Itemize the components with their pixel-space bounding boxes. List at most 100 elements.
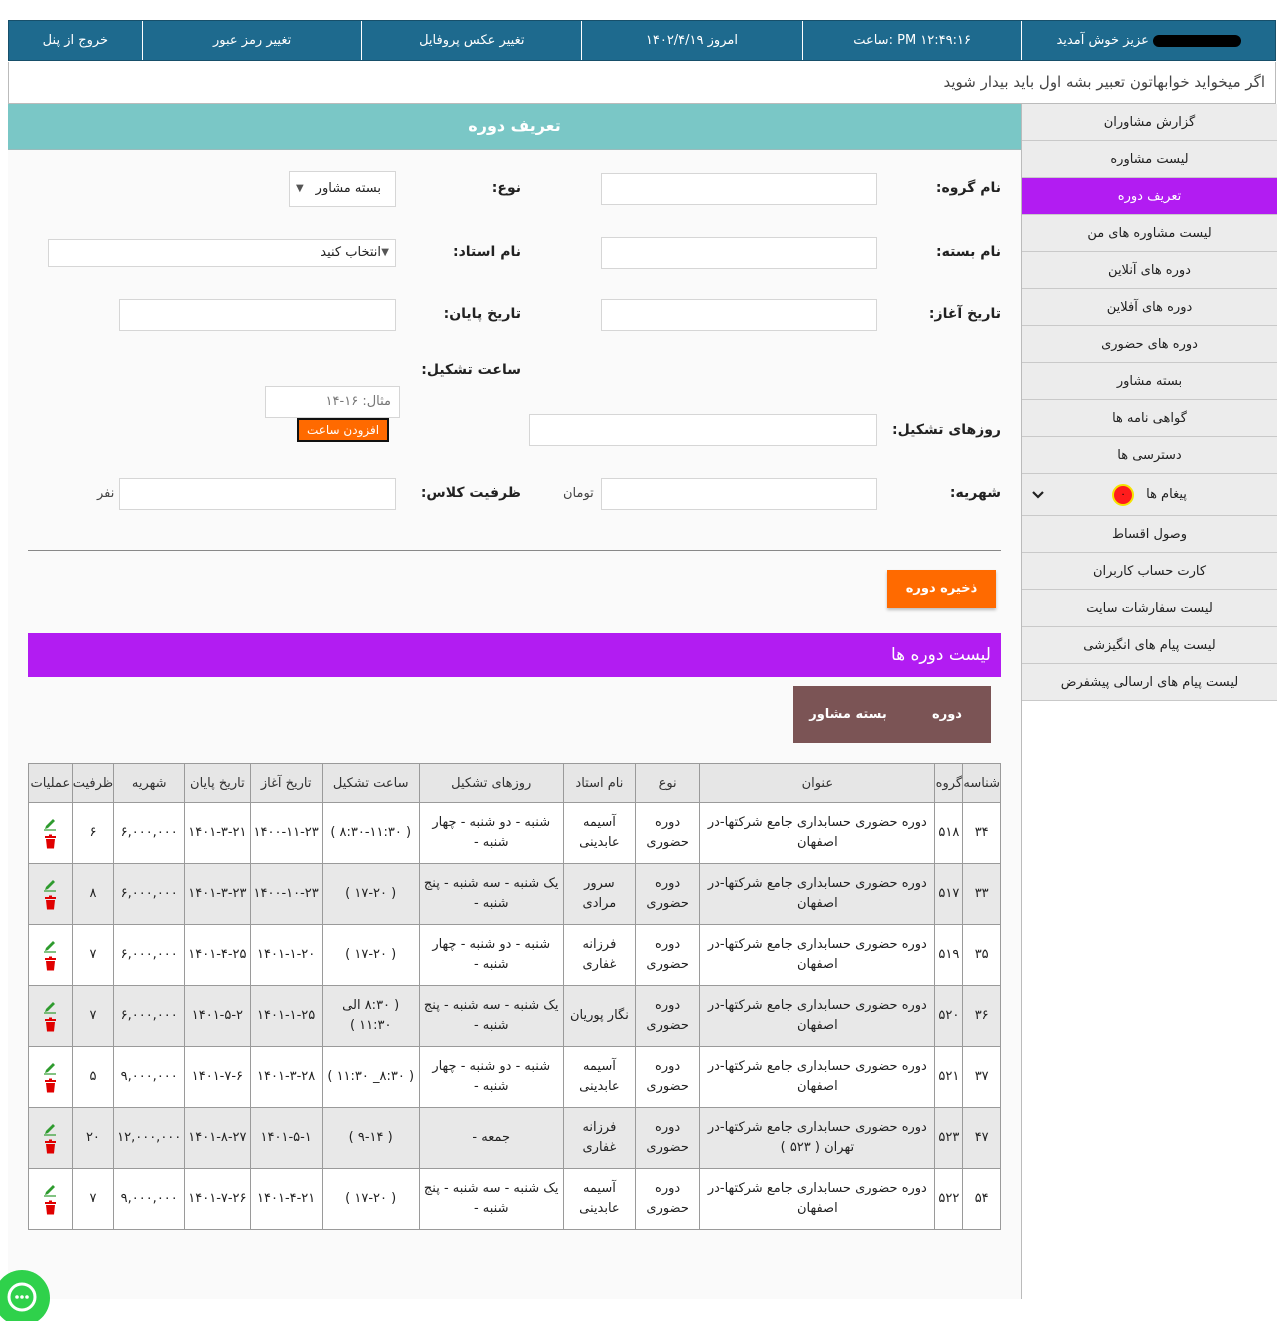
trash-icon[interactable] [44, 1139, 57, 1154]
sidebar-item-define-course[interactable]: تعریف دوره [1022, 178, 1277, 215]
col-header-start: تاریخ آغاز [249, 763, 323, 803]
today-date: امروز ۱۴۰۲/۴/۱۹ [581, 21, 802, 60]
row-actions [32, 1183, 69, 1215]
cell-fee: ۶,۰۰۰,۰۰۰ [113, 924, 186, 986]
sidebar-item-online-courses[interactable]: دوره های آنلاین [1022, 252, 1277, 289]
cell-days: یک شنبه - سه شنبه - پنج شنبه - [418, 1168, 564, 1230]
trash-icon[interactable] [44, 956, 57, 971]
cell-teacher: فرزانه غفاری [562, 924, 636, 986]
sidebar: گزارش مشاوران لیست مشاوره تعریف دوره لیس… [1021, 104, 1277, 1299]
trash-icon[interactable] [44, 1200, 57, 1215]
logout-link[interactable]: خروج از پنل [9, 21, 142, 60]
cell-title: دوره حضوری حسابداری جامع شرکتها-در اصفها… [699, 1046, 936, 1108]
pencil-icon[interactable] [43, 939, 57, 953]
pencil-icon[interactable] [43, 1122, 57, 1136]
trash-icon[interactable] [44, 834, 57, 849]
sidebar-item-certificates[interactable]: گواهی نامه ها [1022, 400, 1277, 437]
chat-bubble-icon[interactable] [0, 1270, 50, 1321]
course-list-title: لیست دوره ها [28, 633, 1001, 677]
form-title: تعریف دوره [8, 104, 1021, 150]
pencil-icon[interactable] [43, 817, 57, 831]
message-count-badge: ۰ [1112, 483, 1135, 506]
col-header-ops: عملیات [28, 763, 73, 803]
cell-ops [28, 1168, 73, 1230]
hours-input[interactable]: مثال: ۱۶-۱۴ [265, 386, 400, 418]
cell-start: ۱۴۰۱-۱-۲۵ [249, 985, 323, 1047]
cell-ops [28, 924, 73, 986]
sidebar-item-inperson-courses[interactable]: دوره های حضوری [1022, 326, 1277, 363]
save-course-button[interactable]: ذخیره دوره [887, 570, 996, 608]
teacher-select[interactable]: انتخاب کنید ▼ [48, 239, 396, 267]
cell-type: دوره حضوری [634, 802, 701, 864]
sidebar-item-label: گواهی نامه ها [1112, 410, 1187, 426]
type-select-value: بسته مشاور [315, 181, 381, 196]
sidebar-item-default-messages[interactable]: لیست پیام های ارسالی پیشفرض [1022, 664, 1277, 701]
change-password-link[interactable]: تغییر رمز عبور [141, 21, 362, 60]
days-input[interactable] [529, 414, 877, 446]
type-select[interactable]: بسته مشاور ▼ [289, 171, 396, 207]
sidebar-item-installments[interactable]: وصول اقساط [1022, 516, 1277, 553]
welcome-label: عزیز خوش آمدید [1056, 33, 1149, 48]
group-name-input[interactable] [601, 173, 877, 205]
col-header-capacity: ظرفیت [71, 763, 115, 803]
package-name-input[interactable] [601, 237, 877, 269]
capacity-label: ظرفیت کلاس: [420, 485, 521, 501]
sidebar-item-access[interactable]: دسترسی ها [1022, 437, 1277, 474]
pencil-icon[interactable] [43, 1061, 57, 1075]
cell-days: یک شنبه - سه شنبه - پنج شنبه - [418, 985, 564, 1047]
pencil-icon[interactable] [43, 1183, 57, 1197]
cell-start: ۱۴۰۱-۱-۲۰ [249, 924, 323, 986]
col-header-end: تاریخ پایان [184, 763, 251, 803]
start-date-input[interactable] [601, 299, 877, 331]
trash-icon[interactable] [44, 1017, 57, 1032]
cell-id: ۴۷ [962, 1107, 1001, 1169]
cell-title: دوره حضوری حسابداری جامع شرکتها-در اصفها… [699, 924, 936, 986]
sidebar-item-advisor-package[interactable]: بسته مشاور [1022, 363, 1277, 400]
cell-type: دوره حضوری [634, 924, 701, 986]
table-row: ۳۵ ۵۱۹ دوره حضوری حسابداری جامع شرکتها-در … [28, 924, 1001, 986]
cell-type: دوره حضوری [634, 985, 701, 1047]
table-row: ۳۳ ۵۱۷ دوره حضوری حسابداری جامع شرکتها-در … [28, 863, 1001, 925]
trash-icon[interactable] [44, 895, 57, 910]
sidebar-item-offline-courses[interactable]: دوره های آفلاین [1022, 289, 1277, 326]
cell-group: ۵۱۸ [934, 802, 964, 864]
capacity-input[interactable] [119, 478, 396, 510]
cell-hours: ( ۹-۱۴ ) [321, 1107, 420, 1169]
cell-group: ۵۲۲ [934, 1168, 964, 1230]
cell-hours: ( ۱۷-۲۰ ) [321, 924, 420, 986]
sidebar-item-site-orders[interactable]: لیست سفارشات سایت [1022, 590, 1277, 627]
sidebar-item-user-accounts[interactable]: کارت حساب کاربران [1022, 553, 1277, 590]
cell-end: ۱۴۰۱-۳-۲۳ [184, 863, 251, 925]
trash-icon[interactable] [44, 1078, 57, 1093]
start-date-label: تاریخ آغاز: [928, 306, 1001, 322]
tab-course[interactable]: دوره [903, 686, 991, 743]
cell-end: ۱۴۰۱-۷-۶ [184, 1046, 251, 1108]
change-photo-link[interactable]: تغییر عکس پروفایل [361, 21, 581, 60]
table-row: ۵۴ ۵۲۲ دوره حضوری حسابداری جامع شرکتها-در … [28, 1168, 1001, 1230]
tab-advisor-package[interactable]: بسته مشاور [793, 686, 903, 743]
pencil-icon[interactable] [43, 878, 57, 892]
col-header-hours: ساعت تشکیل [321, 763, 420, 803]
sidebar-item-consult-list[interactable]: لیست مشاوره [1022, 141, 1277, 178]
cell-ops [28, 1107, 73, 1169]
end-date-input[interactable] [119, 299, 396, 331]
cell-id: ۳۴ [962, 802, 1001, 864]
sidebar-item-my-consults[interactable]: لیست مشاوره های من [1022, 215, 1277, 252]
cell-start: ۱۴۰۰-۱۰-۲۳ [249, 863, 323, 925]
sidebar-item-advisor-report[interactable]: گزارش مشاوران [1022, 104, 1277, 141]
sidebar-item-label: بسته مشاور [1116, 373, 1183, 389]
package-name-label: نام بسته: [936, 244, 1001, 260]
chevron-down-icon[interactable] [1032, 487, 1044, 503]
cell-ops [28, 802, 73, 864]
add-hour-button[interactable]: افزودن ساعت [297, 418, 389, 442]
cell-fee: ۶,۰۰۰,۰۰۰ [113, 863, 186, 925]
cell-capacity: ۲۰ [71, 1107, 115, 1169]
fee-input[interactable] [601, 478, 877, 510]
sidebar-item-messages[interactable]: پیغام ها ۰ [1022, 474, 1277, 516]
cell-capacity: ۵ [71, 1046, 115, 1108]
cell-fee: ۹,۰۰۰,۰۰۰ [113, 1168, 186, 1230]
pencil-icon[interactable] [43, 1000, 57, 1014]
cell-teacher: فرزانه غفاری [562, 1107, 636, 1169]
sidebar-item-motivational-messages[interactable]: لیست پیام های انگیزشی [1022, 627, 1277, 664]
cell-start: ۱۴۰۰-۱۱-۲۳ [249, 802, 323, 864]
